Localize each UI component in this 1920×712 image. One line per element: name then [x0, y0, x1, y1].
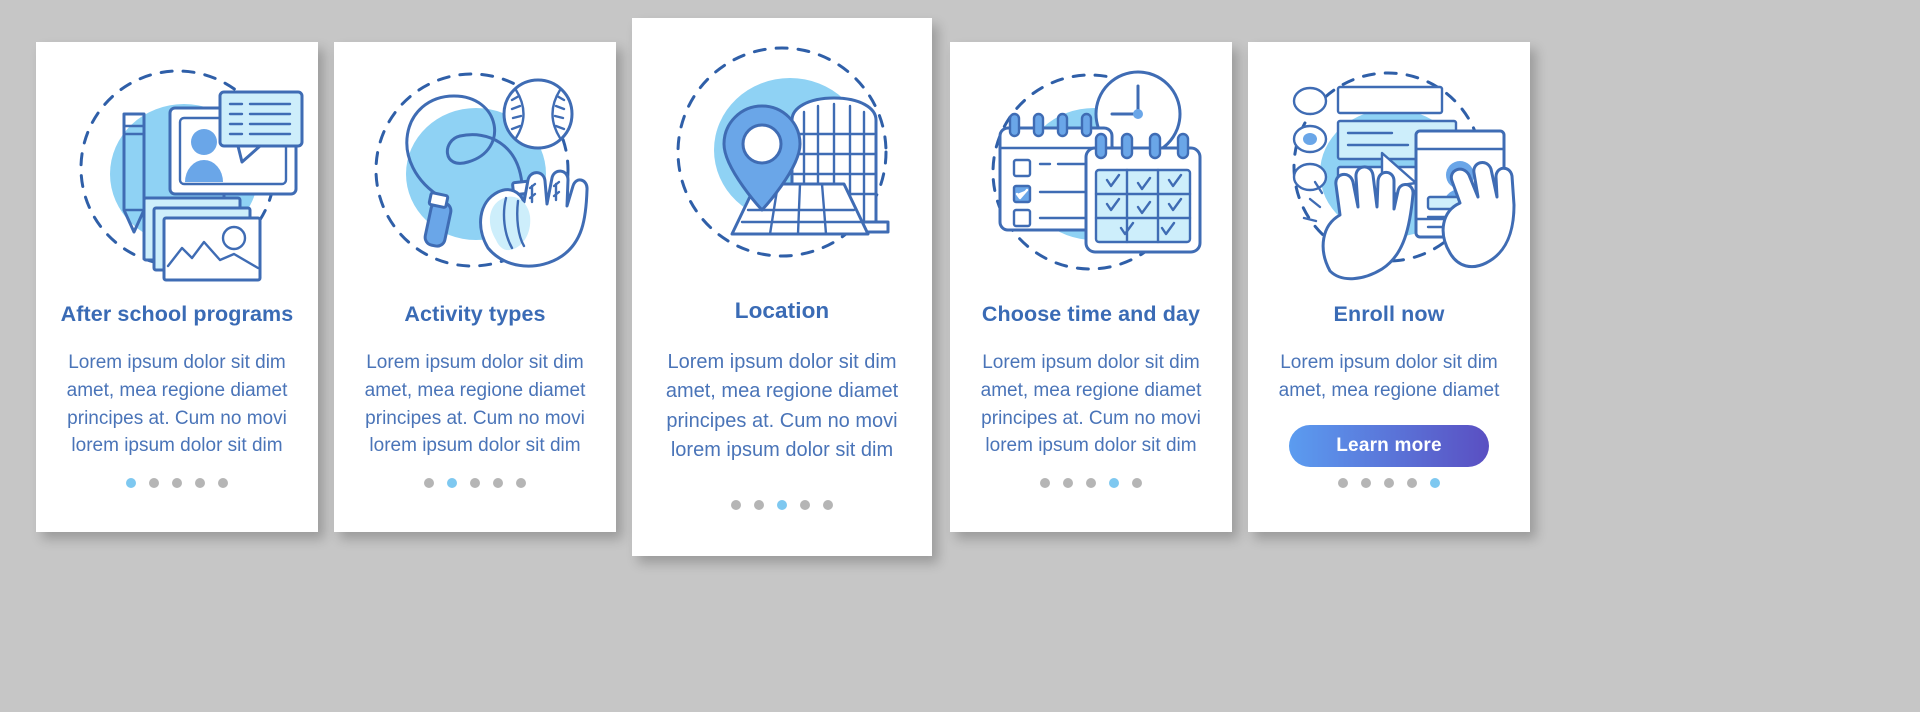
pagination-dot-4[interactable] — [1407, 478, 1417, 488]
pagination-dot-5[interactable] — [1430, 478, 1440, 488]
pagination-dot-3[interactable] — [470, 478, 480, 488]
card-title: Enroll now — [1333, 302, 1445, 326]
card-description: Lorem ipsum dolor sit dim amet, mea regi… — [66, 351, 288, 457]
pagination-dots[interactable] — [1248, 478, 1530, 488]
pagination-dot-2[interactable] — [149, 478, 159, 488]
card-description: Lorem ipsum dolor sit dim amet, mea regi… — [980, 351, 1202, 457]
pagination-dot-3[interactable] — [777, 500, 787, 510]
card-title: Activity types — [404, 302, 546, 326]
illustration-jumprope-baseball-glove — [334, 48, 616, 296]
pagination-dots[interactable] — [334, 478, 616, 488]
onboarding-card-enroll-now[interactable]: Enroll now Lorem ipsum dolor sit dim ame… — [1248, 42, 1530, 532]
card-title: After school programs — [60, 302, 294, 326]
pagination-dot-2[interactable] — [754, 500, 764, 510]
pagination-dot-2[interactable] — [1063, 478, 1073, 488]
pagination-dot-1[interactable] — [1040, 478, 1050, 488]
pagination-dot-1[interactable] — [126, 478, 136, 488]
pagination-dot-5[interactable] — [218, 478, 228, 488]
pagination-dot-5[interactable] — [1132, 478, 1142, 488]
pagination-dot-4[interactable] — [1109, 478, 1119, 488]
illustration-computer-pencil-photos — [36, 48, 318, 296]
illustration-calendar-clock-checklist — [950, 48, 1232, 296]
pagination-dot-4[interactable] — [195, 478, 205, 488]
card-description: Lorem ipsum dolor sit dim amet, mea regi… — [1278, 351, 1500, 401]
illustration-map-pin-stadium — [632, 28, 932, 290]
pagination-dot-5[interactable] — [823, 500, 833, 510]
pagination-dot-1[interactable] — [1338, 478, 1348, 488]
card-title: Location — [734, 298, 830, 323]
onboarding-card-choose-time-and-day[interactable]: Choose time and day Lorem ipsum dolor si… — [950, 42, 1232, 532]
card-title: Choose time and day — [981, 302, 1201, 326]
pagination-dots[interactable] — [950, 478, 1232, 488]
onboarding-screens-stage: After school programs Lorem ipsum dolor … — [0, 0, 1920, 712]
pagination-dots[interactable] — [36, 478, 318, 488]
pagination-dot-2[interactable] — [447, 478, 457, 488]
pagination-dot-1[interactable] — [731, 500, 741, 510]
onboarding-card-after-school-programs[interactable]: After school programs Lorem ipsum dolor … — [36, 42, 318, 532]
pagination-dot-4[interactable] — [493, 478, 503, 488]
pagination-dot-3[interactable] — [172, 478, 182, 488]
illustration-hands-form-profile — [1248, 48, 1530, 296]
pagination-dot-1[interactable] — [424, 478, 434, 488]
onboarding-card-location[interactable]: Location Lorem ipsum dolor sit dim amet,… — [632, 18, 932, 556]
learn-more-button[interactable]: Learn more — [1289, 424, 1489, 467]
pagination-dot-5[interactable] — [516, 478, 526, 488]
pagination-dot-2[interactable] — [1361, 478, 1371, 488]
onboarding-card-activity-types[interactable]: Activity types Lorem ipsum dolor sit dim… — [334, 42, 616, 532]
pagination-dot-3[interactable] — [1384, 478, 1394, 488]
pagination-dot-4[interactable] — [800, 500, 810, 510]
pagination-dots[interactable] — [632, 500, 932, 510]
pagination-dot-3[interactable] — [1086, 478, 1096, 488]
card-description: Lorem ipsum dolor sit dim amet, mea regi… — [665, 350, 899, 462]
card-description: Lorem ipsum dolor sit dim amet, mea regi… — [364, 351, 586, 457]
